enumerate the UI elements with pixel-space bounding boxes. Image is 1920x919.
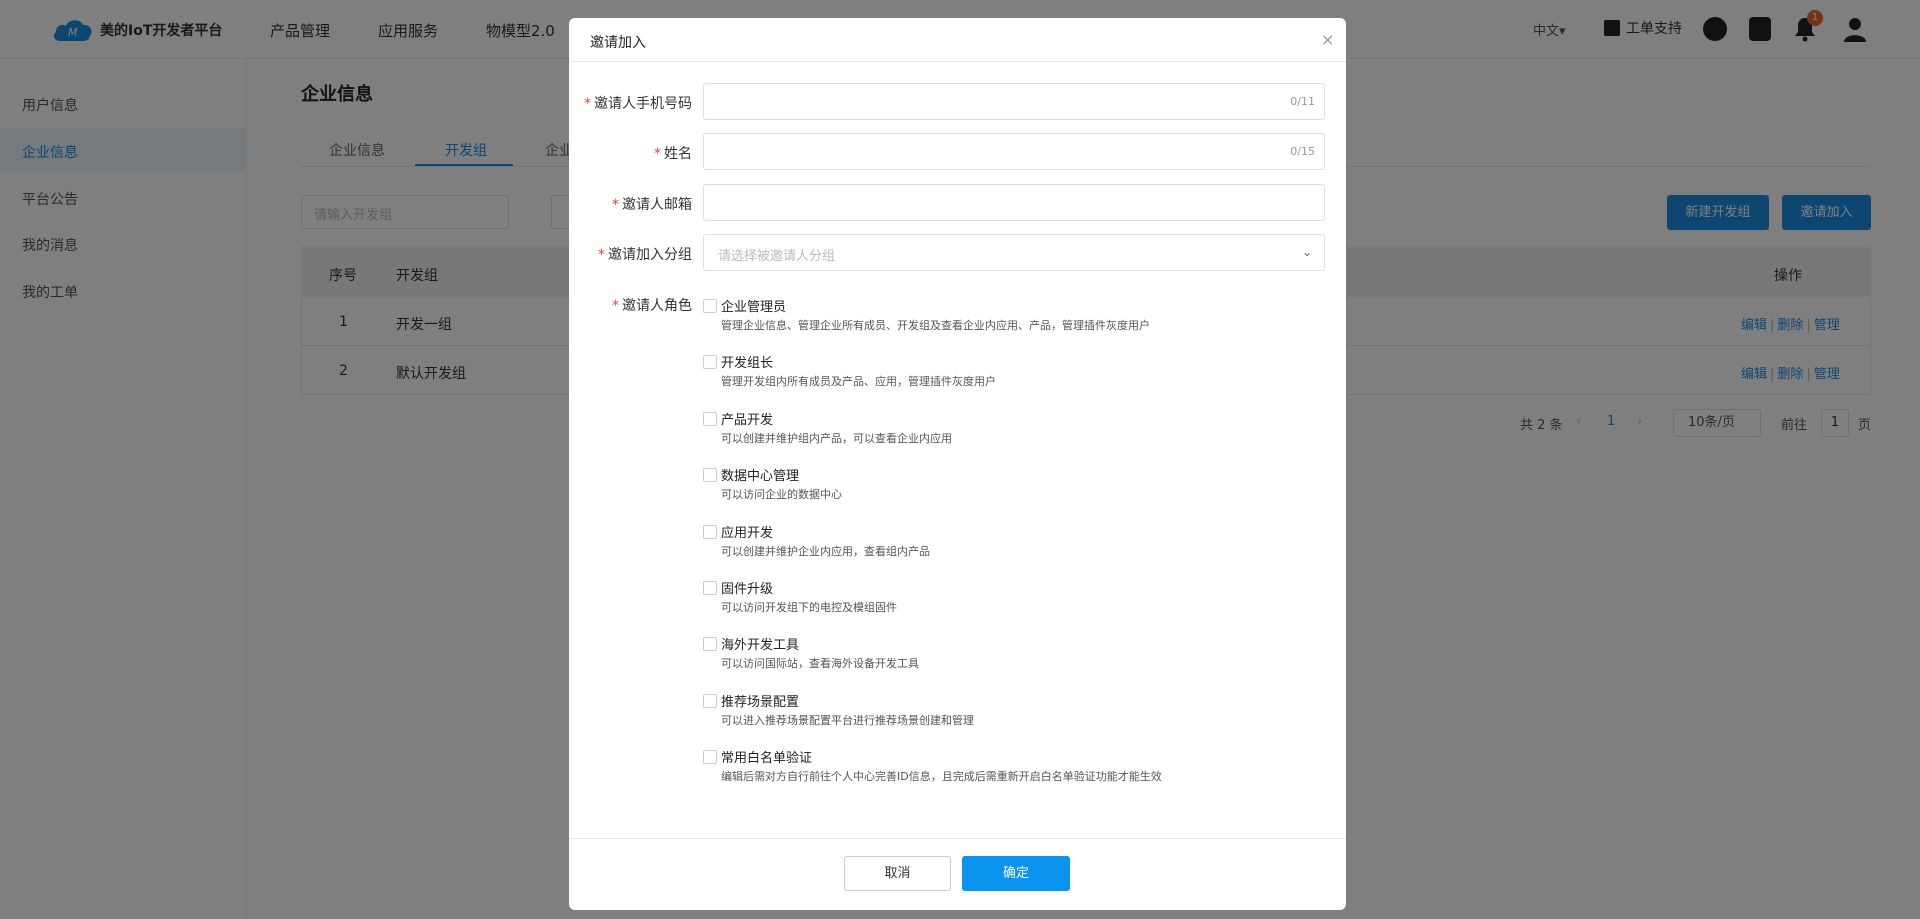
name-label: * 姓名 [654, 146, 692, 162]
role-checkbox[interactable] [703, 637, 717, 651]
required-marker: * [654, 146, 661, 162]
chevron-down-icon: ⌄ [1301, 245, 1312, 259]
role-description: 可以访问开发组下的电控及模组固件 [721, 601, 897, 614]
role-title: 数据中心管理 [721, 469, 800, 484]
phone-char-counter: 0/11 [1290, 95, 1315, 108]
role-title: 开发组长 [721, 356, 774, 371]
dialog-footer-divider [569, 838, 1346, 839]
role-title: 产品开发 [721, 413, 774, 428]
role-label: * 邀请人角色 [612, 298, 692, 314]
role-checkbox[interactable] [703, 355, 717, 369]
role-checkbox[interactable] [703, 750, 717, 764]
role-description: 可以创建并维护企业内应用，查看组内产品 [721, 545, 930, 558]
role-description: 可以进入推荐场景配置平台进行推荐场景创建和管理 [721, 714, 974, 727]
role-description: 可以访问企业的数据中心 [721, 488, 842, 501]
phone-field[interactable]: 0/11 [703, 83, 1325, 120]
role-description: 可以创建并维护组内产品，可以查看企业内应用 [721, 432, 952, 445]
close-icon[interactable]: × [1321, 30, 1334, 49]
required-marker: * [598, 247, 605, 263]
role-description: 管理企业信息、管理企业所有成员、开发组及查看企业内应用、产品，管理插件灰度用户 [721, 319, 1150, 332]
role-description: 编辑后需对方自行前往个人中心完善ID信息，且完成后需重新开启白名单验证功能才能生… [721, 770, 1162, 783]
role-checkbox[interactable] [703, 525, 717, 539]
role-title: 固件升级 [721, 582, 774, 597]
required-marker: * [584, 96, 591, 112]
role-title: 推荐场景配置 [721, 695, 800, 710]
group-label: * 邀请加入分组 [598, 247, 692, 263]
confirm-button[interactable]: 确定 [962, 856, 1070, 891]
role-checkbox[interactable] [703, 299, 717, 313]
role-title: 应用开发 [721, 526, 774, 541]
role-checkbox[interactable] [703, 412, 717, 426]
invite-dialog: 邀请加入 × * 邀请人手机号码 0/11 * 姓名 0/15 * 邀请人邮箱 * 邀请… [569, 18, 1346, 910]
role-title: 常用白名单验证 [721, 751, 813, 766]
role-title: 企业管理员 [721, 300, 787, 315]
cancel-button[interactable]: 取消 [844, 856, 951, 891]
role-description: 可以访问国际站，查看海外设备开发工具 [721, 657, 919, 670]
email-field[interactable] [703, 184, 1325, 221]
name-field[interactable]: 0/15 [703, 133, 1325, 170]
group-select[interactable]: 请选择被邀请人分组 ⌄ [703, 234, 1325, 271]
dialog-title: 邀请加入 [590, 35, 646, 51]
role-checkbox[interactable] [703, 694, 717, 708]
phone-label: * 邀请人手机号码 [584, 96, 692, 112]
name-char-counter: 0/15 [1290, 145, 1315, 158]
dialog-header-divider [569, 61, 1346, 62]
email-label: * 邀请人邮箱 [612, 197, 692, 213]
required-marker: * [612, 298, 619, 314]
required-marker: * [612, 197, 619, 213]
group-select-placeholder: 请选择被邀请人分组 [718, 249, 836, 264]
role-title: 海外开发工具 [721, 638, 800, 653]
role-description: 管理开发组内所有成员及产品、应用，管理插件灰度用户 [721, 375, 996, 388]
role-checkbox[interactable] [703, 581, 717, 595]
role-checkbox[interactable] [703, 468, 717, 482]
